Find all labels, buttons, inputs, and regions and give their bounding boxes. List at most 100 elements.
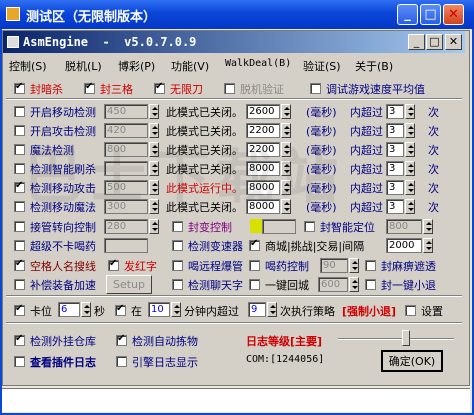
checkbox-debug-speed[interactable]	[310, 83, 321, 94]
checkbox-smart-position[interactable]	[304, 221, 315, 232]
shop-interval-spinner[interactable]	[423, 238, 433, 253]
app-icon	[6, 7, 20, 21]
turn-control-input[interactable]: 280	[104, 219, 148, 234]
return-city-spinner[interactable]	[349, 277, 359, 292]
smart-kill-suffix: 次	[428, 163, 439, 176]
minimize-button[interactable]: _	[397, 4, 418, 25]
checkbox-in-minutes[interactable]	[115, 303, 126, 316]
checkbox-auto-pickup[interactable]	[116, 333, 127, 346]
turn-control-spinner[interactable]	[149, 219, 159, 234]
move-attack-count-input[interactable]: 3	[386, 180, 404, 195]
checkbox-potion-control[interactable]	[249, 260, 260, 271]
setup-button[interactable]: Setup	[106, 275, 152, 294]
inner-title-bar[interactable]: AsmEngine - v5.0.7.0.9 _ □ ✕	[3, 31, 465, 53]
label-engine-log: 引擎日志显示	[132, 356, 198, 369]
checkbox-engine-log[interactable]	[116, 356, 127, 367]
checkbox-speedhack-detect[interactable]	[172, 240, 183, 251]
attack-count-input[interactable]: 3	[386, 123, 404, 138]
checkbox-card-position[interactable]	[14, 303, 25, 316]
card-seconds-input[interactable]: 6	[58, 302, 80, 317]
move-attack-count-spinner[interactable]	[405, 180, 415, 195]
watermark: 巴士下载站	[24, 143, 345, 211]
log-level-slider[interactable]	[402, 330, 410, 346]
inner-close-button[interactable]: ✕	[445, 34, 462, 50]
checkbox-three-grid[interactable]	[84, 81, 95, 94]
menu-about[interactable]: 关于(B)	[355, 58, 393, 74]
smart-kill-count-input[interactable]: 3	[386, 161, 404, 176]
checkbox-equip-speed[interactable]	[14, 279, 25, 290]
menu-control[interactable]: 控制(S)	[9, 58, 47, 74]
potion-control-spinner[interactable]	[349, 258, 359, 273]
move-magic-count-input[interactable]: 3	[386, 199, 404, 214]
move-ms-spinner[interactable]	[281, 104, 291, 119]
label-three-grid: 封三格	[100, 83, 133, 96]
shop-interval-input[interactable]: 2000	[386, 238, 422, 253]
checkbox-paralysis[interactable]	[365, 260, 376, 271]
move-spinner[interactable]	[149, 104, 159, 119]
menu-walkdeal[interactable]: WalkDeal(B)	[225, 58, 291, 69]
checkbox-offline-verify[interactable]	[224, 83, 235, 94]
label-debug-speed: 调试游戏速度平均值	[326, 83, 425, 96]
checkbox-space-name[interactable]	[14, 258, 25, 271]
ok-button[interactable]: 确定(OK)	[381, 350, 443, 372]
move-count-spinner[interactable]	[405, 104, 415, 119]
checkbox-turn-control[interactable]	[14, 221, 25, 232]
label-log-level: 日志等级[主要]	[246, 335, 323, 348]
no-lag-input[interactable]	[104, 238, 148, 253]
magic-desc: 内超过	[350, 144, 383, 157]
move-count-input[interactable]: 3	[386, 104, 404, 119]
move-ms-input[interactable]: 2600	[246, 104, 280, 119]
magic-suffix: 次	[428, 144, 439, 157]
menu-offline[interactable]: 脱机(L)	[65, 58, 102, 74]
smart-position-input[interactable]: 800	[386, 219, 422, 234]
menu-gamble[interactable]: 博彩(P)	[118, 58, 155, 74]
smart-kill-count-spinner[interactable]	[405, 161, 415, 176]
close-button[interactable]: ✕	[443, 4, 464, 25]
inner-window-title: AsmEngine - v5.0.7.0.9	[23, 35, 197, 49]
checkbox-plugin-warehouse[interactable]	[14, 333, 25, 346]
minutes-spinner[interactable]	[171, 302, 181, 317]
label-seconds: 秒	[94, 305, 105, 318]
checkbox-return-city[interactable]	[249, 279, 260, 290]
checkbox-red-text[interactable]	[108, 258, 119, 271]
morph-select[interactable]	[262, 219, 296, 234]
checkbox-quick-logout[interactable]	[365, 279, 376, 290]
move-magic-count-spinner[interactable]	[405, 199, 415, 214]
smart-position-spinner[interactable]	[423, 219, 433, 234]
inner-maximize-button[interactable]: □	[426, 34, 443, 50]
checkbox-settings[interactable]	[405, 305, 416, 316]
label-space-name: 空格人名搜线	[30, 260, 96, 273]
attack-desc: 内超过	[350, 125, 383, 138]
checkbox-no-lag-potion[interactable]	[14, 240, 25, 251]
inner-app-icon	[7, 36, 19, 48]
menu-function[interactable]: 功能(V)	[171, 58, 209, 74]
move-input[interactable]: 450	[104, 104, 148, 119]
checkbox-move[interactable]	[14, 106, 25, 117]
label-settings: 设置	[421, 305, 443, 318]
return-city-input[interactable]: 600	[318, 277, 348, 292]
minutes-input[interactable]: 10	[148, 302, 170, 317]
potion-control-input[interactable]: 90	[320, 258, 348, 273]
inner-minimize-button[interactable]: _	[408, 34, 425, 50]
card-seconds-spinner[interactable]	[81, 302, 91, 317]
magic-count-spinner[interactable]	[405, 142, 415, 157]
attack-count-spinner[interactable]	[405, 123, 415, 138]
checkbox-infinite-blade[interactable]	[154, 81, 165, 94]
attack-suffix: 次	[428, 125, 439, 138]
checkbox-plugin-log[interactable]	[14, 356, 25, 367]
menu-verify[interactable]: 验证(S)	[303, 58, 341, 74]
checkbox-chat-detect[interactable]	[172, 279, 183, 290]
move-suffix: 次	[428, 106, 439, 119]
label-in: 在	[131, 305, 142, 318]
times-input[interactable]: 9	[248, 302, 266, 317]
label-card-position: 卡位	[30, 305, 52, 318]
checkbox-remote-potion[interactable]	[172, 260, 183, 271]
label-offline-verify: 脱机验证	[240, 83, 284, 96]
times-spinner[interactable]	[267, 302, 277, 317]
outer-title-bar[interactable]: 测试区（无限制版本） _ □ ✕	[0, 0, 474, 29]
checkbox-ban-morph[interactable]	[172, 221, 183, 232]
magic-count-input[interactable]: 3	[386, 142, 404, 157]
checkbox-assassin[interactable]	[14, 81, 25, 94]
checkbox-shop-interval[interactable]	[249, 238, 260, 251]
maximize-button[interactable]: □	[420, 4, 441, 25]
